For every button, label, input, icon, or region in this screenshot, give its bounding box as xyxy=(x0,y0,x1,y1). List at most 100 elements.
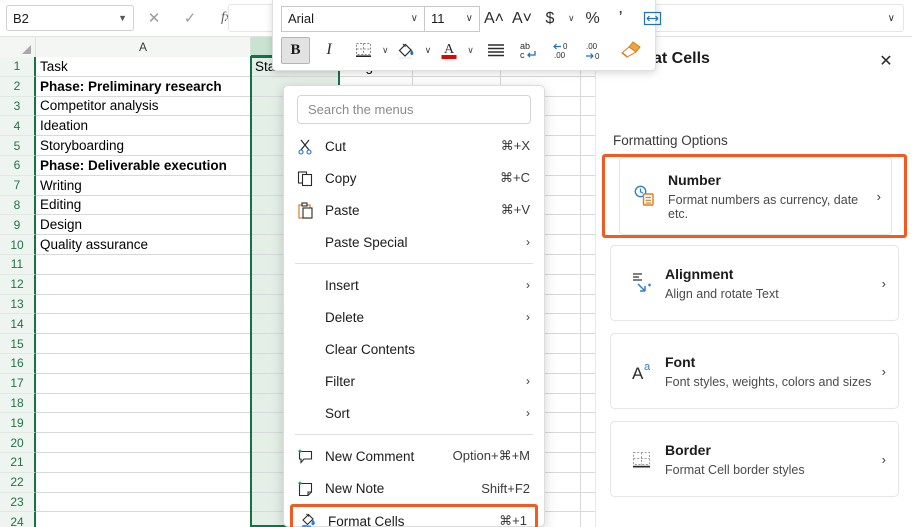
cell-A14[interactable] xyxy=(36,314,251,335)
row-header-23[interactable]: 23 xyxy=(0,492,36,513)
cell-A9[interactable]: Design xyxy=(36,215,251,236)
row-header-17[interactable]: 17 xyxy=(0,373,36,394)
menu-item-paste-special[interactable]: Paste Special › xyxy=(284,226,544,258)
cell-A6[interactable]: Phase: Deliverable execution xyxy=(36,155,251,176)
menu-item-new-note[interactable]: New Note Shift+F2 xyxy=(284,472,544,504)
cell-A1[interactable]: Task xyxy=(36,57,251,77)
menu-item-paste[interactable]: Paste ⌘+V xyxy=(284,194,544,226)
row-header-14[interactable]: 14 xyxy=(0,314,36,335)
row-header-22[interactable]: 22 xyxy=(0,472,36,493)
column-header-a[interactable]: A xyxy=(36,37,251,57)
row-header-11[interactable]: 11 xyxy=(0,254,36,275)
menu-item-cut[interactable]: Cut ⌘+X xyxy=(284,130,544,162)
row-header-19[interactable]: 19 xyxy=(0,413,36,434)
cell-A18[interactable] xyxy=(36,393,251,414)
format-painter-icon[interactable] xyxy=(616,36,646,64)
cell-A21[interactable] xyxy=(36,452,251,473)
row-header-16[interactable]: 16 xyxy=(0,353,36,374)
fill-color-icon[interactable] xyxy=(393,36,421,64)
menu-item-filter[interactable]: Filter › xyxy=(284,365,544,397)
chevron-down-icon[interactable]: ▼ xyxy=(118,13,127,23)
cell-A3[interactable]: Competitor analysis xyxy=(36,96,251,117)
row-header-8[interactable]: 8 xyxy=(0,195,36,216)
cell-A24[interactable] xyxy=(36,512,251,527)
chevron-down-icon[interactable]: ∨ xyxy=(411,13,418,24)
row-header-15[interactable]: 15 xyxy=(0,334,36,354)
font-size-input[interactable]: 11 ∨ xyxy=(424,5,480,32)
grow-font-icon[interactable]: A˄ xyxy=(480,5,508,33)
autofit-width-icon[interactable] xyxy=(639,5,667,33)
shrink-font-icon[interactable]: A˅ xyxy=(508,5,536,33)
option-card-alignment[interactable]: Alignment Align and rotate Text › xyxy=(610,245,899,321)
cell-A16[interactable] xyxy=(36,353,251,374)
row-header-13[interactable]: 13 xyxy=(0,294,36,315)
font-name-input[interactable]: Arial ∨ xyxy=(281,5,424,32)
chevron-down-icon[interactable]: ∨ xyxy=(463,36,478,64)
select-all-corner[interactable] xyxy=(0,37,36,57)
option-card-border[interactable]: Border Format Cell border styles › xyxy=(610,421,899,497)
menu-item-copy[interactable]: Copy ⌘+C xyxy=(284,162,544,194)
menu-item-sort[interactable]: Sort › xyxy=(284,397,544,429)
borders-icon[interactable] xyxy=(350,36,378,64)
option-card-number[interactable]: Number Format numbers as currency, date e… xyxy=(602,154,907,238)
option-card-font[interactable]: Aa Font Font styles, weights, colors and s… xyxy=(610,333,899,409)
row-header-6[interactable]: 6 xyxy=(0,155,36,176)
row-header-2[interactable]: 2 xyxy=(0,76,36,97)
row-header-18[interactable]: 18 xyxy=(0,393,36,414)
cell-A22[interactable] xyxy=(36,472,251,493)
cell-A7[interactable]: Writing xyxy=(36,175,251,196)
row-header-20[interactable]: 20 xyxy=(0,433,36,453)
name-box[interactable]: B2 ▼ xyxy=(6,5,134,31)
decrease-decimal-icon[interactable]: 0 .00 xyxy=(548,36,580,64)
currency-format-icon[interactable]: $ xyxy=(536,5,564,33)
chevron-down-icon[interactable]: ∨ xyxy=(421,36,436,64)
menu-item-clear-contents[interactable]: Clear Contents xyxy=(284,333,544,365)
cell-A11[interactable] xyxy=(36,254,251,275)
cell-A15[interactable] xyxy=(36,334,251,354)
cell-A8[interactable]: Editing xyxy=(36,195,251,216)
row-header-9[interactable]: 9 xyxy=(0,215,36,236)
increase-decimal-icon[interactable]: .00 0 xyxy=(580,36,612,64)
row-header-7[interactable]: 7 xyxy=(0,175,36,196)
chevron-right-icon[interactable]: › xyxy=(876,452,886,467)
italic-button[interactable]: I xyxy=(316,37,342,64)
menu-item-insert[interactable]: Insert › xyxy=(284,269,544,301)
chevron-right-icon[interactable]: › xyxy=(871,189,881,204)
chevron-down-icon[interactable]: ∨ xyxy=(378,36,393,64)
row-header-24[interactable]: 24 xyxy=(0,512,36,527)
cell-A19[interactable] xyxy=(36,413,251,434)
row-header-1[interactable]: 1 xyxy=(0,57,36,77)
row-header-10[interactable]: 10 xyxy=(0,235,36,255)
font-color-icon[interactable]: A xyxy=(435,36,463,64)
cell-A20[interactable] xyxy=(36,433,251,453)
chevron-down-icon[interactable]: ∨ xyxy=(888,13,895,24)
cell-A13[interactable] xyxy=(36,294,251,315)
align-icon[interactable] xyxy=(482,36,510,64)
row-header-21[interactable]: 21 xyxy=(0,452,36,473)
row-header-3[interactable]: 3 xyxy=(0,96,36,117)
wrap-text-icon[interactable]: ab c xyxy=(514,36,544,64)
bold-button[interactable]: B xyxy=(281,36,310,64)
row-header-5[interactable]: 5 xyxy=(0,136,36,156)
cell-A12[interactable] xyxy=(36,274,251,295)
cell-A2[interactable]: Phase: Preliminary research xyxy=(36,76,251,97)
cell-A10[interactable]: Quality assurance xyxy=(36,235,251,255)
cancel-formula-button[interactable]: ✕ xyxy=(136,5,172,31)
menu-item-new-comment[interactable]: New Comment Option+⌘+M xyxy=(284,440,544,472)
chevron-down-icon[interactable]: ∨ xyxy=(466,13,473,24)
menu-item-format-cells[interactable]: Format Cells ⌘+1 xyxy=(290,504,538,527)
close-icon[interactable]: ✕ xyxy=(874,49,898,73)
confirm-formula-button[interactable]: ✓ xyxy=(172,5,208,31)
chevron-right-icon[interactable]: › xyxy=(876,276,886,291)
cell-A17[interactable] xyxy=(36,373,251,394)
cell-A4[interactable]: Ideation xyxy=(36,116,251,137)
chevron-right-icon[interactable]: › xyxy=(876,364,886,379)
chevron-down-icon[interactable]: ∨ xyxy=(564,5,579,33)
comma-format-icon[interactable]: ’ xyxy=(607,5,635,33)
cell-A5[interactable]: Storyboarding xyxy=(36,136,251,156)
row-header-4[interactable]: 4 xyxy=(0,116,36,137)
cell-A23[interactable] xyxy=(36,492,251,513)
percent-format-icon[interactable]: % xyxy=(579,5,607,33)
menu-item-delete[interactable]: Delete › xyxy=(284,301,544,333)
search-input[interactable]: Search the menus xyxy=(297,95,531,124)
